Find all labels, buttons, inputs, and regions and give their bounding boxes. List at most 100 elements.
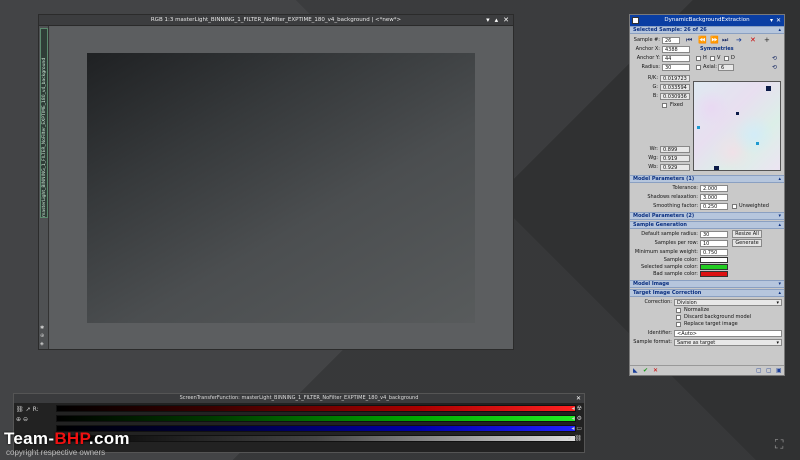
previous-sample-icon[interactable]: ⏪: [698, 36, 707, 45]
go-to-icon[interactable]: ➔: [736, 36, 742, 45]
shadows-label: Shadows relaxation:: [647, 194, 698, 200]
min-weight-field[interactable]: 0.750: [700, 249, 728, 256]
sample-color-swatch[interactable]: [700, 257, 728, 263]
normalize-checkbox[interactable]: [676, 308, 681, 313]
shade-icon[interactable]: ▾: [770, 15, 773, 26]
anchor-y-field[interactable]: 44: [662, 55, 690, 62]
link-icon[interactable]: ⛓: [16, 406, 24, 413]
identifier-field[interactable]: <Auto>: [674, 330, 782, 337]
resize-all-button[interactable]: Resize All: [732, 230, 762, 238]
bad-color-swatch[interactable]: [700, 271, 728, 277]
stf-title: ScreenTransferFunction: masterLight_BINN…: [179, 395, 419, 401]
stf-titlebar[interactable]: ScreenTransferFunction: masterLight_BINN…: [14, 394, 584, 403]
anchor-x-field[interactable]: 4388: [662, 46, 690, 53]
image-window-titlebar[interactable]: RGB 1:3 masterLight_BINNING_1_FILTER_NoF…: [39, 15, 513, 26]
pointer-icon[interactable]: ➚: [26, 406, 31, 413]
add-sample-icon[interactable]: +: [764, 36, 770, 45]
apply-icon[interactable]: ⟲: [772, 63, 777, 72]
zoom-icon[interactable]: ⊕: [40, 333, 44, 339]
monitor-icon[interactable]: ▭: [576, 424, 582, 434]
section-model-params-2[interactable]: Model Parameters (2) ▾: [630, 212, 784, 220]
section-sample-generation[interactable]: Sample Generation ▴: [630, 221, 784, 229]
generate-button[interactable]: Generate: [732, 239, 762, 247]
next-sample-icon[interactable]: ⏩: [710, 36, 719, 45]
sample-number-label: Sample #:: [633, 37, 660, 43]
stf-green-channel[interactable]: [56, 415, 576, 422]
image-canvas[interactable]: [87, 53, 475, 323]
maximize-icon[interactable]: ▴: [495, 15, 499, 26]
new-instance-icon[interactable]: ◣: [633, 366, 638, 376]
view-tab[interactable]: masterLight_BINNING_1_FILTER_NoFilter_EX…: [40, 28, 48, 218]
dbe-panel[interactable]: DynamicBackgroundExtraction ▾ ✕ Selected…: [629, 14, 785, 376]
collapse-icon[interactable]: ▴: [778, 222, 781, 229]
channel-label: R:: [32, 405, 39, 413]
samples-per-row-field[interactable]: 10: [700, 240, 728, 247]
selected-color-swatch[interactable]: [700, 264, 728, 270]
reset-icon[interactable]: ◂: [571, 424, 574, 434]
close-icon[interactable]: ✕: [576, 394, 581, 403]
radius-field[interactable]: 30: [662, 64, 690, 71]
zoom-out-icon[interactable]: ⊖: [23, 416, 28, 423]
gear-icon[interactable]: ✱: [40, 325, 44, 331]
tolerance-field[interactable]: 2.000: [700, 185, 728, 192]
anchor-y-label: Anchor Y:: [636, 55, 660, 61]
fullscreen-icon[interactable]: ⛶: [775, 437, 789, 451]
dbe-titlebar[interactable]: DynamicBackgroundExtraction ▾ ✕: [630, 15, 784, 26]
reset-instance-icon[interactable]: ▢: [766, 366, 772, 376]
apply-check-icon[interactable]: ✔: [643, 366, 648, 376]
image-viewport[interactable]: [50, 27, 513, 349]
collapse-icon[interactable]: ▴: [778, 290, 781, 297]
symmetry-h-checkbox[interactable]: [696, 56, 701, 61]
watermark-com: .com: [88, 429, 130, 448]
symmetry-v-checkbox[interactable]: [710, 56, 715, 61]
unweighted-checkbox[interactable]: [732, 204, 737, 209]
link-icon[interactable]: ⛓: [574, 434, 582, 444]
section-model-params-1[interactable]: Model Parameters (1) ▴: [630, 175, 784, 183]
section-selected-sample[interactable]: Selected Sample: 26 of 26 ▴: [630, 26, 784, 34]
delete-sample-icon[interactable]: ✕: [750, 36, 756, 45]
section-target-correction[interactable]: Target Image Correction ▴: [630, 289, 784, 297]
default-radius-field[interactable]: 30: [700, 231, 728, 238]
expand-icon[interactable]: ▾: [778, 281, 781, 288]
stf-blue-channel[interactable]: [56, 425, 576, 432]
browse-doc-icon[interactable]: ▢: [756, 366, 762, 376]
reset-icon[interactable]: ⟲: [772, 54, 777, 63]
axial-field[interactable]: 6: [718, 64, 734, 71]
discard-checkbox[interactable]: [676, 315, 681, 320]
pin-icon[interactable]: ◈: [40, 341, 44, 347]
fixed-checkbox[interactable]: [662, 103, 667, 108]
stf-lum-channel[interactable]: [56, 435, 576, 442]
close-icon[interactable]: ✕: [776, 15, 781, 26]
close-icon[interactable]: ✕: [503, 15, 509, 26]
zoom-in-icon[interactable]: ⊕: [16, 416, 21, 423]
sample-marker: [756, 142, 759, 145]
reset-icon[interactable]: ◂: [572, 414, 575, 424]
shadows-field[interactable]: 3.000: [700, 194, 728, 201]
cancel-x-icon[interactable]: ✕: [653, 366, 658, 376]
correction-select[interactable]: Division ▾: [674, 299, 782, 306]
section-model-image[interactable]: Model Image ▾: [630, 280, 784, 288]
collapse-icon[interactable]: ▴: [778, 27, 781, 34]
wg-label: Wg:: [648, 155, 658, 161]
image-window[interactable]: RGB 1:3 masterLight_BINNING_1_FILTER_NoF…: [38, 14, 514, 350]
shade-icon[interactable]: ▾: [486, 15, 490, 26]
expand-all-icon[interactable]: ▣: [776, 366, 782, 376]
checkmark-icon[interactable]: ✔: [567, 434, 572, 444]
g-label: G:: [652, 84, 658, 90]
sample-preview[interactable]: [693, 81, 781, 171]
reset-icon[interactable]: ◂: [572, 404, 575, 414]
smoothing-field[interactable]: 0.250: [700, 203, 728, 210]
expand-icon[interactable]: ▾: [778, 213, 781, 220]
last-sample-icon[interactable]: ⏭: [722, 36, 728, 45]
sample-number-field[interactable]: 26: [662, 37, 680, 44]
settings-icon[interactable]: ⚙: [577, 414, 582, 424]
first-sample-icon[interactable]: ⏮: [686, 36, 692, 45]
sample-format-select[interactable]: Same as target ▾: [674, 339, 782, 346]
auto-stretch-icon[interactable]: ☢: [577, 404, 582, 414]
replace-checkbox[interactable]: [676, 322, 681, 327]
axial-label: Axial:: [703, 64, 717, 70]
collapse-icon[interactable]: ▴: [778, 176, 781, 183]
stf-red-channel[interactable]: [56, 405, 576, 412]
symmetry-d-checkbox[interactable]: [724, 56, 729, 61]
axial-checkbox[interactable]: [696, 65, 701, 70]
